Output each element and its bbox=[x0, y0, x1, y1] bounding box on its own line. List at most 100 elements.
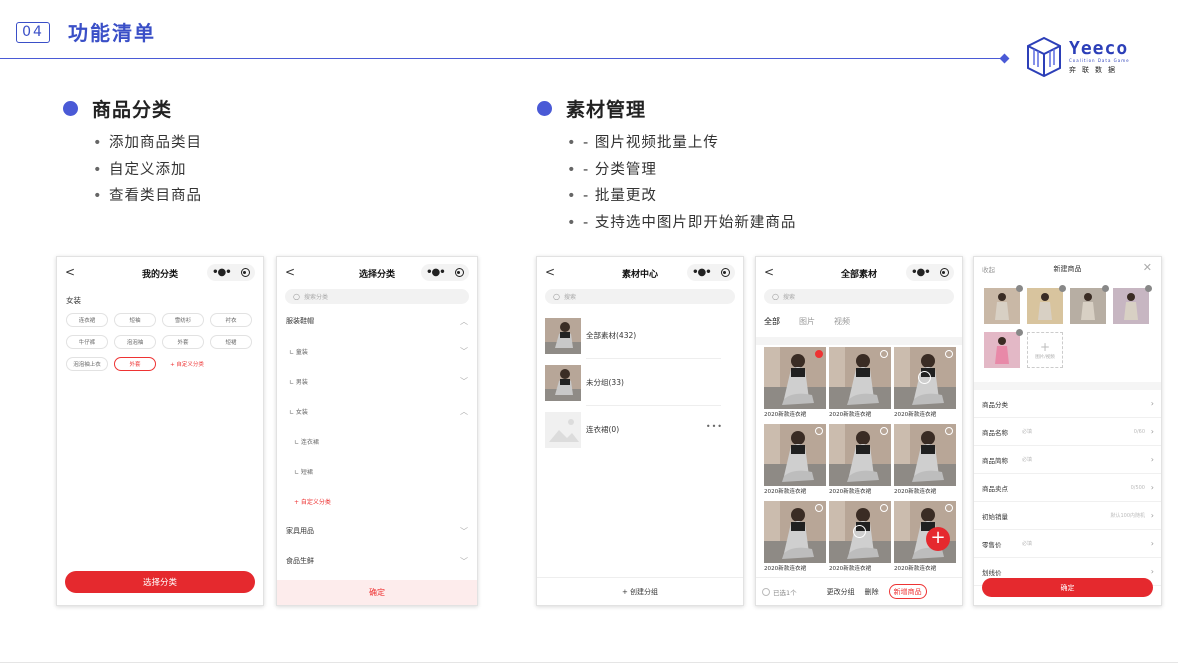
asset-item[interactable]: 2020新款连衣裙 bbox=[829, 501, 891, 575]
asset-item[interactable]: 2020新款连衣裙 bbox=[764, 501, 826, 575]
category-chip[interactable]: 短裙 bbox=[210, 335, 252, 349]
back-icon[interactable]: < bbox=[764, 265, 774, 279]
more-icon[interactable]: •●• bbox=[426, 267, 445, 278]
phone-select-category: < 选择分类 •●• ○ 搜索分类 服装鞋帽 ︿ ∟ 童装 ﹀ ∟ 男装 ﹀ ∟ 女装 ︿ ∟ … bbox=[276, 256, 478, 606]
product-form: 商品分类 › 商品名称 必填 0/60 › 商品简称 必填 › 商品卖点 0/500 › 初始销量 默认1… bbox=[974, 390, 1161, 586]
list-item-text: 添加商品类目 bbox=[109, 135, 202, 151]
category-chip[interactable]: 泡泡袖上衣 bbox=[66, 357, 108, 371]
close-target-icon[interactable] bbox=[720, 268, 730, 277]
close-icon[interactable]: ✕ bbox=[1143, 261, 1152, 274]
remove-image-icon[interactable] bbox=[1016, 285, 1023, 292]
close-target-icon[interactable] bbox=[939, 268, 949, 277]
select-radio-icon[interactable] bbox=[945, 350, 953, 358]
asset-item[interactable]: 2020新款连衣裙 bbox=[829, 424, 891, 498]
checkbox-icon bbox=[762, 587, 770, 596]
category-chip[interactable]: 泡泡袖 bbox=[114, 335, 156, 349]
category-chip[interactable]: 短袖 bbox=[114, 313, 156, 327]
select-radio-icon[interactable] bbox=[880, 350, 888, 358]
asset-search-input[interactable]: ○ 搜索 bbox=[545, 289, 735, 304]
confirm-button[interactable]: 确定 bbox=[277, 580, 477, 605]
folder-item[interactable]: 连衣裙(0) ••• bbox=[537, 406, 743, 453]
divider bbox=[756, 337, 962, 345]
asset-item[interactable]: 2020新款连衣裙 bbox=[894, 347, 956, 421]
select-category-button[interactable]: 选择分类 bbox=[65, 571, 255, 593]
category-chip[interactable]: 连衣裙 bbox=[66, 313, 108, 327]
product-image[interactable] bbox=[984, 329, 1023, 368]
asset-item[interactable]: 2020新款连衣裙 bbox=[764, 347, 826, 421]
create-group-button[interactable]: + 创建分组 bbox=[537, 577, 743, 605]
form-field-row[interactable]: 初始销量 默认100内随机 › bbox=[974, 502, 1161, 530]
product-image[interactable] bbox=[984, 285, 1023, 324]
confirm-button[interactable]: 确定 bbox=[982, 578, 1153, 597]
category-tree-row[interactable]: ∟ 短裙 bbox=[277, 456, 477, 486]
category-tree-row[interactable]: 服装鞋帽 ︿ bbox=[277, 306, 477, 336]
close-target-icon[interactable] bbox=[454, 268, 464, 277]
category-label: ∟ 女装 bbox=[289, 408, 308, 416]
category-search-input[interactable]: ○ 搜索分类 bbox=[285, 289, 469, 304]
form-field-row[interactable]: 商品名称 必填 0/60 › bbox=[974, 418, 1161, 446]
asset-action-bar: 已选1个 更改分组 删除 新增商品 bbox=[756, 577, 962, 605]
category-chip[interactable]: 外套 bbox=[162, 335, 204, 349]
form-field-row[interactable]: 商品分类 › bbox=[974, 390, 1161, 418]
remove-image-icon[interactable] bbox=[1102, 285, 1109, 292]
more-icon[interactable]: •●• bbox=[911, 267, 930, 278]
asset-item[interactable]: 2020新款连衣裙 bbox=[894, 424, 956, 498]
form-field-row[interactable]: 商品卖点 0/500 › bbox=[974, 474, 1161, 502]
back-icon[interactable]: < bbox=[65, 265, 75, 279]
select-radio-icon[interactable] bbox=[815, 504, 823, 512]
tab-images[interactable]: 图片 bbox=[799, 316, 815, 327]
category-tree-row[interactable]: ∟ 男装 ﹀ bbox=[277, 366, 477, 396]
more-options-icon[interactable]: ••• bbox=[706, 422, 723, 431]
add-floating-button[interactable]: + bbox=[926, 527, 950, 551]
back-icon[interactable]: < bbox=[545, 265, 555, 279]
category-chip[interactable]: 雪纺衫 bbox=[162, 313, 204, 327]
remove-image-icon[interactable] bbox=[1016, 329, 1023, 336]
product-image[interactable] bbox=[1070, 285, 1109, 324]
folder-item[interactable]: 全部素材(432) bbox=[537, 312, 743, 359]
select-radio-icon[interactable] bbox=[815, 427, 823, 435]
nav-bar: < 素材中心 •●• bbox=[537, 257, 743, 289]
folder-label: 全部素材(432) bbox=[586, 331, 637, 340]
form-field-row[interactable]: 零售价 必填 › bbox=[974, 530, 1161, 558]
select-radio-icon[interactable] bbox=[880, 427, 888, 435]
add-custom-category-button[interactable]: + 自定义分类 bbox=[162, 357, 212, 371]
form-field-row[interactable]: 商品简称 必填 › bbox=[974, 446, 1161, 474]
delete-button[interactable]: 删除 bbox=[865, 587, 879, 597]
remove-image-icon[interactable] bbox=[1059, 285, 1066, 292]
category-chip[interactable]: 外套 bbox=[114, 357, 156, 371]
category-chip[interactable]: 衬衣 bbox=[210, 313, 252, 327]
category-tree-row[interactable]: 食品生鲜 ﹀ bbox=[277, 546, 477, 576]
asset-thumbnail bbox=[764, 501, 826, 563]
select-radio-icon[interactable] bbox=[815, 350, 823, 358]
product-image[interactable] bbox=[1027, 285, 1066, 324]
folder-item[interactable]: 未分组(33) bbox=[537, 359, 743, 406]
category-tree-row[interactable]: ∟ 连衣裙 bbox=[277, 426, 477, 456]
asset-search-input[interactable]: ○ 搜索 bbox=[764, 289, 954, 304]
tab-videos[interactable]: 视频 bbox=[834, 316, 850, 327]
add-custom-category-button[interactable]: + 自定义分类 bbox=[277, 486, 477, 516]
remove-image-icon[interactable] bbox=[1145, 285, 1152, 292]
change-group-button[interactable]: 更改分组 bbox=[827, 587, 855, 597]
add-media-button[interactable]: + 图片/视频 bbox=[1027, 332, 1063, 368]
product-photo bbox=[984, 288, 1020, 324]
more-icon[interactable]: •●• bbox=[212, 267, 231, 278]
section-title: 素材管理 bbox=[566, 99, 647, 121]
close-target-icon[interactable] bbox=[240, 268, 250, 277]
tab-all[interactable]: 全部 bbox=[764, 316, 780, 327]
asset-item[interactable]: 2020新款连衣裙 bbox=[829, 347, 891, 421]
select-radio-icon[interactable] bbox=[880, 504, 888, 512]
select-radio-icon[interactable] bbox=[945, 504, 953, 512]
category-tree-row[interactable]: ∟ 女装 ︿ bbox=[277, 396, 477, 426]
category-tree-row[interactable]: 家具用品 ﹀ bbox=[277, 516, 477, 546]
more-icon[interactable]: •●• bbox=[692, 267, 711, 278]
asset-item[interactable]: 2020新款连衣裙 bbox=[764, 424, 826, 498]
collapse-button[interactable]: 收起 bbox=[982, 264, 995, 274]
category-tree-row[interactable]: ∟ 童装 ﹀ bbox=[277, 336, 477, 366]
select-all-checkbox[interactable]: 已选1个 bbox=[762, 587, 797, 597]
product-image[interactable] bbox=[1113, 285, 1152, 324]
nav-title: 我的分类 bbox=[141, 269, 178, 280]
select-radio-icon[interactable] bbox=[945, 427, 953, 435]
new-product-button[interactable]: 新增商品 bbox=[888, 584, 927, 599]
back-icon[interactable]: < bbox=[285, 265, 295, 279]
category-chip[interactable]: 牛仔裤 bbox=[66, 335, 108, 349]
